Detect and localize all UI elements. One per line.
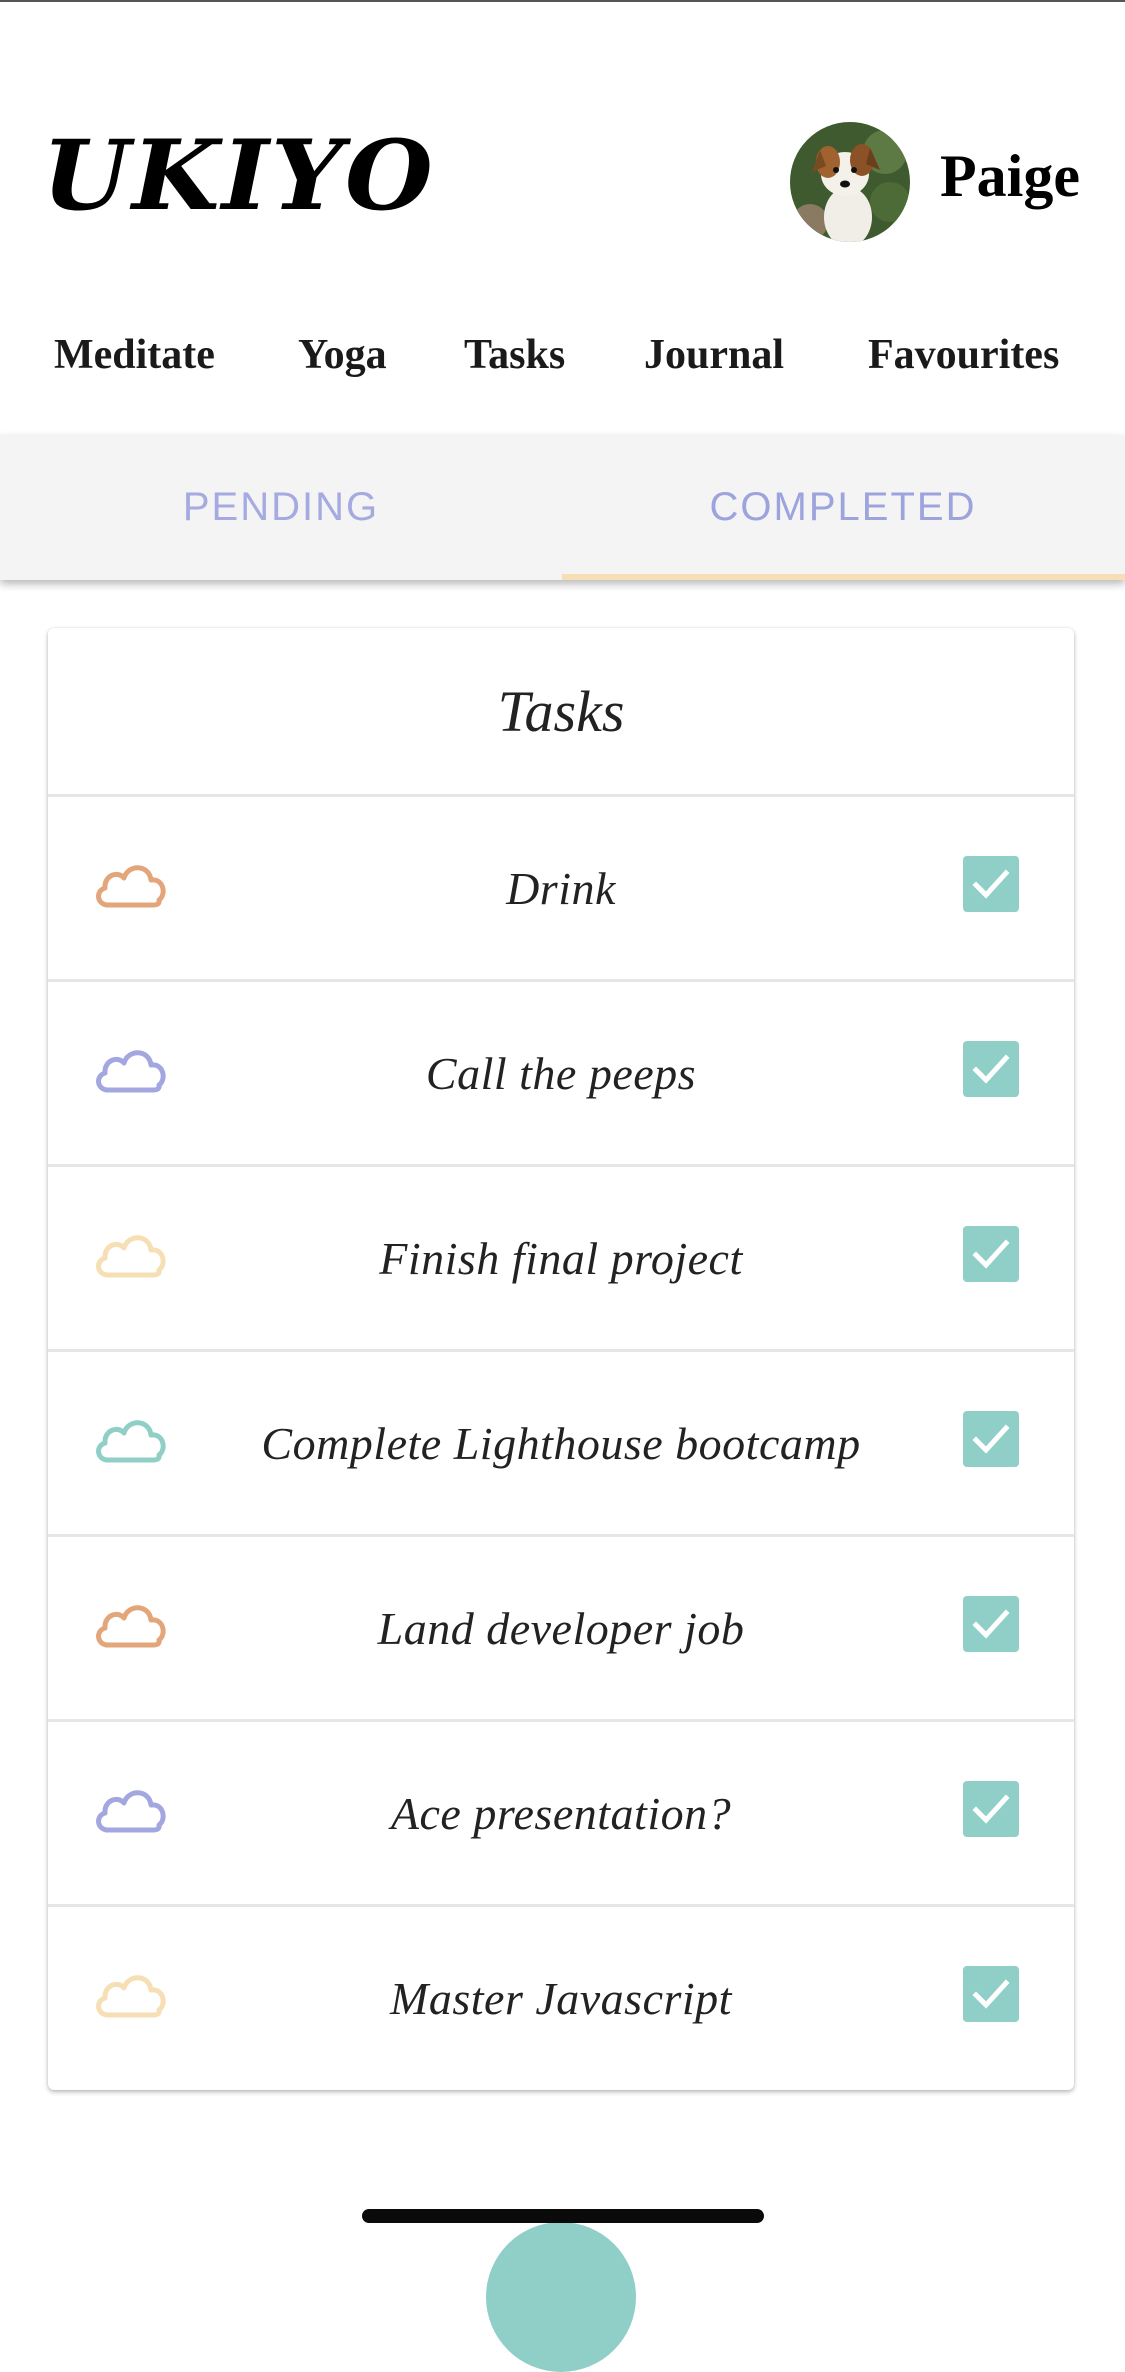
checkbox-checked-icon[interactable] — [963, 1411, 1019, 1467]
checkbox-checked-icon[interactable] — [963, 1596, 1019, 1652]
tab-completed[interactable]: COMPLETED — [562, 435, 1124, 580]
task-row[interactable]: Call the peeps — [48, 982, 1074, 1167]
checkbox-checked-icon[interactable] — [963, 1781, 1019, 1837]
tab-pending[interactable]: PENDING — [0, 435, 562, 580]
task-label: Finish final project — [379, 1232, 743, 1284]
task-row[interactable]: Finish final project — [48, 1167, 1074, 1352]
task-row[interactable]: Complete Lighthouse bootcamp — [48, 1352, 1074, 1537]
app-logo: UKIYO — [42, 119, 435, 232]
task-row[interactable]: Ace presentation? — [48, 1722, 1074, 1907]
active-tab-indicator — [562, 574, 1125, 580]
task-label: Land developer job — [377, 1602, 745, 1654]
checkbox-checked-icon[interactable] — [963, 1226, 1019, 1282]
checkbox-checked-icon[interactable] — [963, 1966, 1019, 2022]
task-label: Complete Lighthouse bootcamp — [261, 1417, 861, 1469]
user-name: Paige — [940, 143, 1080, 209]
add-task-button[interactable] — [486, 2222, 636, 2372]
task-row[interactable]: Master Javascript — [48, 1907, 1074, 2089]
avatar[interactable] — [790, 122, 910, 242]
app-header: UKIYO Paige Meditate Yoga Tasks Journal … — [0, 0, 1125, 378]
dog-photo-icon — [790, 122, 910, 242]
nav-item-tasks[interactable]: Tasks — [464, 325, 565, 385]
checkbox-checked-icon[interactable] — [963, 1041, 1019, 1097]
task-label: Ace presentation? — [390, 1787, 732, 1839]
tasks-card: Tasks Drink Call the peeps Finish final pr… — [48, 628, 1074, 2090]
home-indicator — [362, 2209, 764, 2223]
task-tabs: PENDING COMPLETED — [0, 435, 1125, 580]
nav-item-yoga[interactable]: Yoga — [298, 325, 387, 385]
task-label: Call the peeps — [425, 1047, 697, 1099]
task-list: Drink Call the peeps Finish final project C… — [48, 797, 1074, 2089]
task-label: Drink — [506, 862, 616, 914]
main-nav: Meditate Yoga Tasks Journal Favourites — [0, 325, 1125, 385]
checkbox-checked-icon[interactable] — [963, 856, 1019, 912]
task-row[interactable]: Drink — [48, 797, 1074, 982]
nav-item-journal[interactable]: Journal — [644, 325, 784, 385]
card-title: Tasks — [48, 628, 1074, 797]
nav-item-favourites[interactable]: Favourites — [868, 325, 1059, 385]
task-row[interactable]: Land developer job — [48, 1537, 1074, 1722]
task-label: Master Javascript — [390, 1972, 732, 2024]
nav-item-meditate[interactable]: Meditate — [54, 325, 215, 385]
